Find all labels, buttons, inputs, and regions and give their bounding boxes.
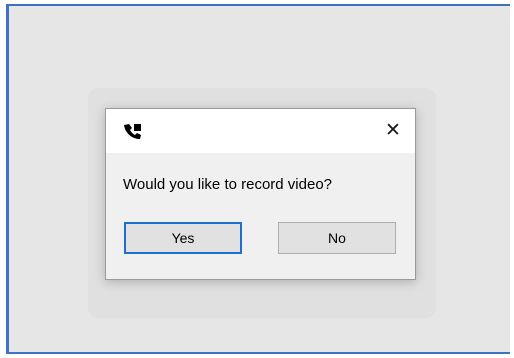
desktop: ✕ Would you like to record video? Yes No <box>0 0 514 358</box>
yes-button[interactable]: Yes <box>124 222 242 254</box>
record-video-dialog: ✕ Would you like to record video? Yes No <box>105 108 416 280</box>
dialog-message: Would you like to record video? <box>123 176 333 193</box>
phone-handset-icon <box>123 123 142 140</box>
close-button[interactable]: ✕ <box>381 118 405 142</box>
no-button[interactable]: No <box>278 222 396 254</box>
dialog-titlebar: ✕ <box>106 109 415 153</box>
